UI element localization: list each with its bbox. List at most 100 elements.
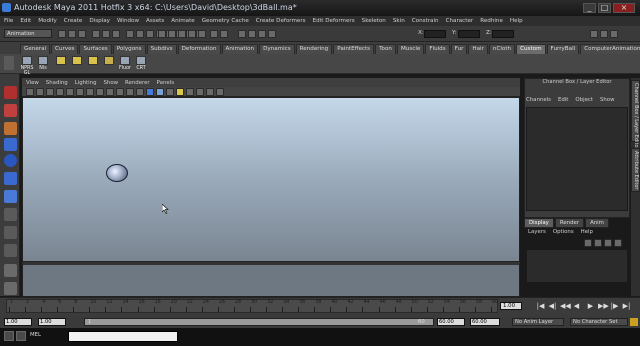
lasso-tool-icon[interactable] (4, 104, 17, 117)
wireframe-on-shaded-icon[interactable] (156, 88, 164, 96)
safe-title-icon[interactable] (126, 88, 134, 96)
camera-attributes-icon[interactable] (36, 88, 44, 96)
layer-list[interactable] (526, 249, 628, 283)
panel-menu-show[interactable]: Show (104, 80, 119, 86)
menu-constrain[interactable]: Constrain (412, 18, 439, 24)
anim-layer-dropdown[interactable]: No Anim Layer (512, 318, 564, 326)
bookmark-icon[interactable] (46, 88, 54, 96)
go-to-start-button[interactable]: |◀ (536, 302, 545, 310)
layout-single-icon[interactable] (4, 226, 17, 239)
select-tool-icon[interactable] (4, 86, 17, 99)
shelf-tab-fur[interactable]: Fur (450, 44, 468, 54)
new-empty-layer-icon[interactable] (604, 239, 612, 247)
hierarchy-mode-icon[interactable] (92, 30, 100, 38)
panel-menu-renderer[interactable]: Renderer (125, 80, 150, 86)
time-slider[interactable]: 1 2 4 6 8 10 12 14 16 18 20 22 24 26 28 30 32 34 36 38 40 42 4… (6, 299, 498, 313)
shelf-item-3[interactable] (54, 56, 68, 66)
shelf-tab-painteffects[interactable]: PaintEffects (333, 44, 375, 54)
make-live-icon[interactable] (198, 30, 206, 38)
attribute-editor-toggle-icon[interactable] (590, 30, 598, 38)
new-layer-selected-icon[interactable] (614, 239, 622, 247)
xray-icon[interactable] (206, 88, 214, 96)
panel-menu-panels[interactable]: Panels (157, 80, 174, 86)
ipr-render-icon[interactable] (258, 30, 266, 38)
select-by-curve-icon[interactable] (146, 30, 154, 38)
channel-box-toggle-icon[interactable] (610, 30, 618, 38)
default-lighting-icon[interactable] (176, 88, 184, 96)
shelf-tab-general[interactable]: General (20, 44, 51, 54)
menu-redhine[interactable]: Redhine (480, 18, 503, 24)
playback-end-field[interactable]: 60.00 (437, 318, 465, 326)
select-by-handle-icon[interactable] (126, 30, 134, 38)
playback-start-field[interactable]: 1.00 (38, 318, 66, 326)
snap-curve-icon[interactable] (168, 30, 176, 38)
panel-menu-lighting[interactable]: Lighting (75, 80, 97, 86)
shelf-item-6[interactable] (102, 56, 116, 66)
gate-mask-icon[interactable] (96, 88, 104, 96)
construction-history-icon[interactable] (220, 30, 228, 38)
open-scene-icon[interactable] (68, 30, 76, 38)
paint-select-tool-icon[interactable] (4, 122, 17, 135)
channel-box-menu-channels[interactable]: Channels (526, 97, 551, 103)
character-set-dropdown[interactable]: No Character Set (570, 318, 628, 326)
select-camera-icon[interactable] (26, 88, 34, 96)
panel-menu-shading[interactable]: Shading (46, 80, 68, 86)
input-output-icon[interactable] (210, 30, 218, 38)
shelf-item-crt[interactable]: CRT (134, 56, 148, 71)
shelf-tab-surfaces[interactable]: Surfaces (79, 44, 112, 54)
layout-four-icon[interactable] (4, 244, 17, 257)
step-forward-frame-button[interactable]: ▶▶ (598, 302, 609, 310)
object-mode-icon[interactable] (102, 30, 110, 38)
shelf-item-fluor[interactable]: Fluor (118, 56, 132, 71)
shadows-icon[interactable] (186, 88, 194, 96)
channel-box-menu-edit[interactable]: Edit (558, 97, 568, 103)
xray-joints-icon[interactable] (216, 88, 224, 96)
play-backwards-button[interactable]: ◀ (572, 302, 581, 310)
perspective-viewport[interactable] (22, 97, 520, 262)
close-window-button[interactable]: × (613, 3, 635, 13)
channel-box-menu-object[interactable]: Object (575, 97, 593, 103)
field-chart-icon[interactable] (106, 88, 114, 96)
command-line-input[interactable] (68, 331, 178, 342)
layer-down-icon[interactable] (594, 239, 602, 247)
grid-icon[interactable] (66, 88, 74, 96)
layout-graph-icon[interactable] (4, 282, 17, 295)
hypershade-icon[interactable] (16, 331, 26, 341)
x-field[interactable] (424, 30, 446, 38)
side-tab-channel-box[interactable]: Channel Box / Layer Editor (631, 80, 640, 150)
shelf-tab-furryball[interactable]: FurryBall (546, 44, 580, 54)
new-scene-icon[interactable] (58, 30, 66, 38)
shelf-tab-deformation[interactable]: Deformation (177, 44, 221, 54)
layout-outliner-icon[interactable] (4, 264, 17, 277)
maximize-button[interactable]: □ (598, 3, 611, 13)
menu-assets[interactable]: Assets (146, 18, 164, 24)
shelf-item-nls[interactable]: Nls (36, 56, 50, 71)
textured-icon[interactable] (166, 88, 174, 96)
snap-grid-icon[interactable] (158, 30, 166, 38)
scale-tool-icon[interactable] (4, 172, 17, 185)
z-field[interactable] (492, 30, 514, 38)
shelf-menu-icon[interactable] (4, 56, 14, 70)
shelf-tab-animation[interactable]: Animation (221, 44, 259, 54)
shelf-item-nprs-gl[interactable]: NPRS GL (20, 56, 34, 76)
snap-view-plane-icon[interactable] (188, 30, 196, 38)
play-forwards-button[interactable]: ▶ (586, 302, 595, 310)
safe-action-icon[interactable] (116, 88, 124, 96)
ball-object[interactable] (106, 164, 128, 182)
auto-key-icon[interactable] (630, 318, 638, 326)
step-back-frame-button[interactable]: ◀◀ (560, 302, 571, 310)
panel-menu-view[interactable]: View (26, 80, 39, 86)
script-editor-icon[interactable] (4, 331, 14, 341)
menu-modify[interactable]: Modify (38, 18, 57, 24)
shelf-item-5[interactable] (86, 56, 100, 66)
channel-box-menu-show[interactable]: Show (600, 97, 615, 103)
shelf-tab-fluids[interactable]: Fluids (425, 44, 450, 54)
component-mode-icon[interactable] (112, 30, 120, 38)
layer-menu-layers[interactable]: Layers (528, 229, 546, 235)
shelf-tab-toon[interactable]: Toon (375, 44, 396, 54)
render-view-icon[interactable] (238, 30, 246, 38)
menu-geometry-cache[interactable]: Geometry Cache (202, 18, 249, 24)
menu-display[interactable]: Display (89, 18, 110, 24)
menu-help[interactable]: Help (510, 18, 523, 24)
menu-create-deformers[interactable]: Create Deformers (256, 18, 306, 24)
